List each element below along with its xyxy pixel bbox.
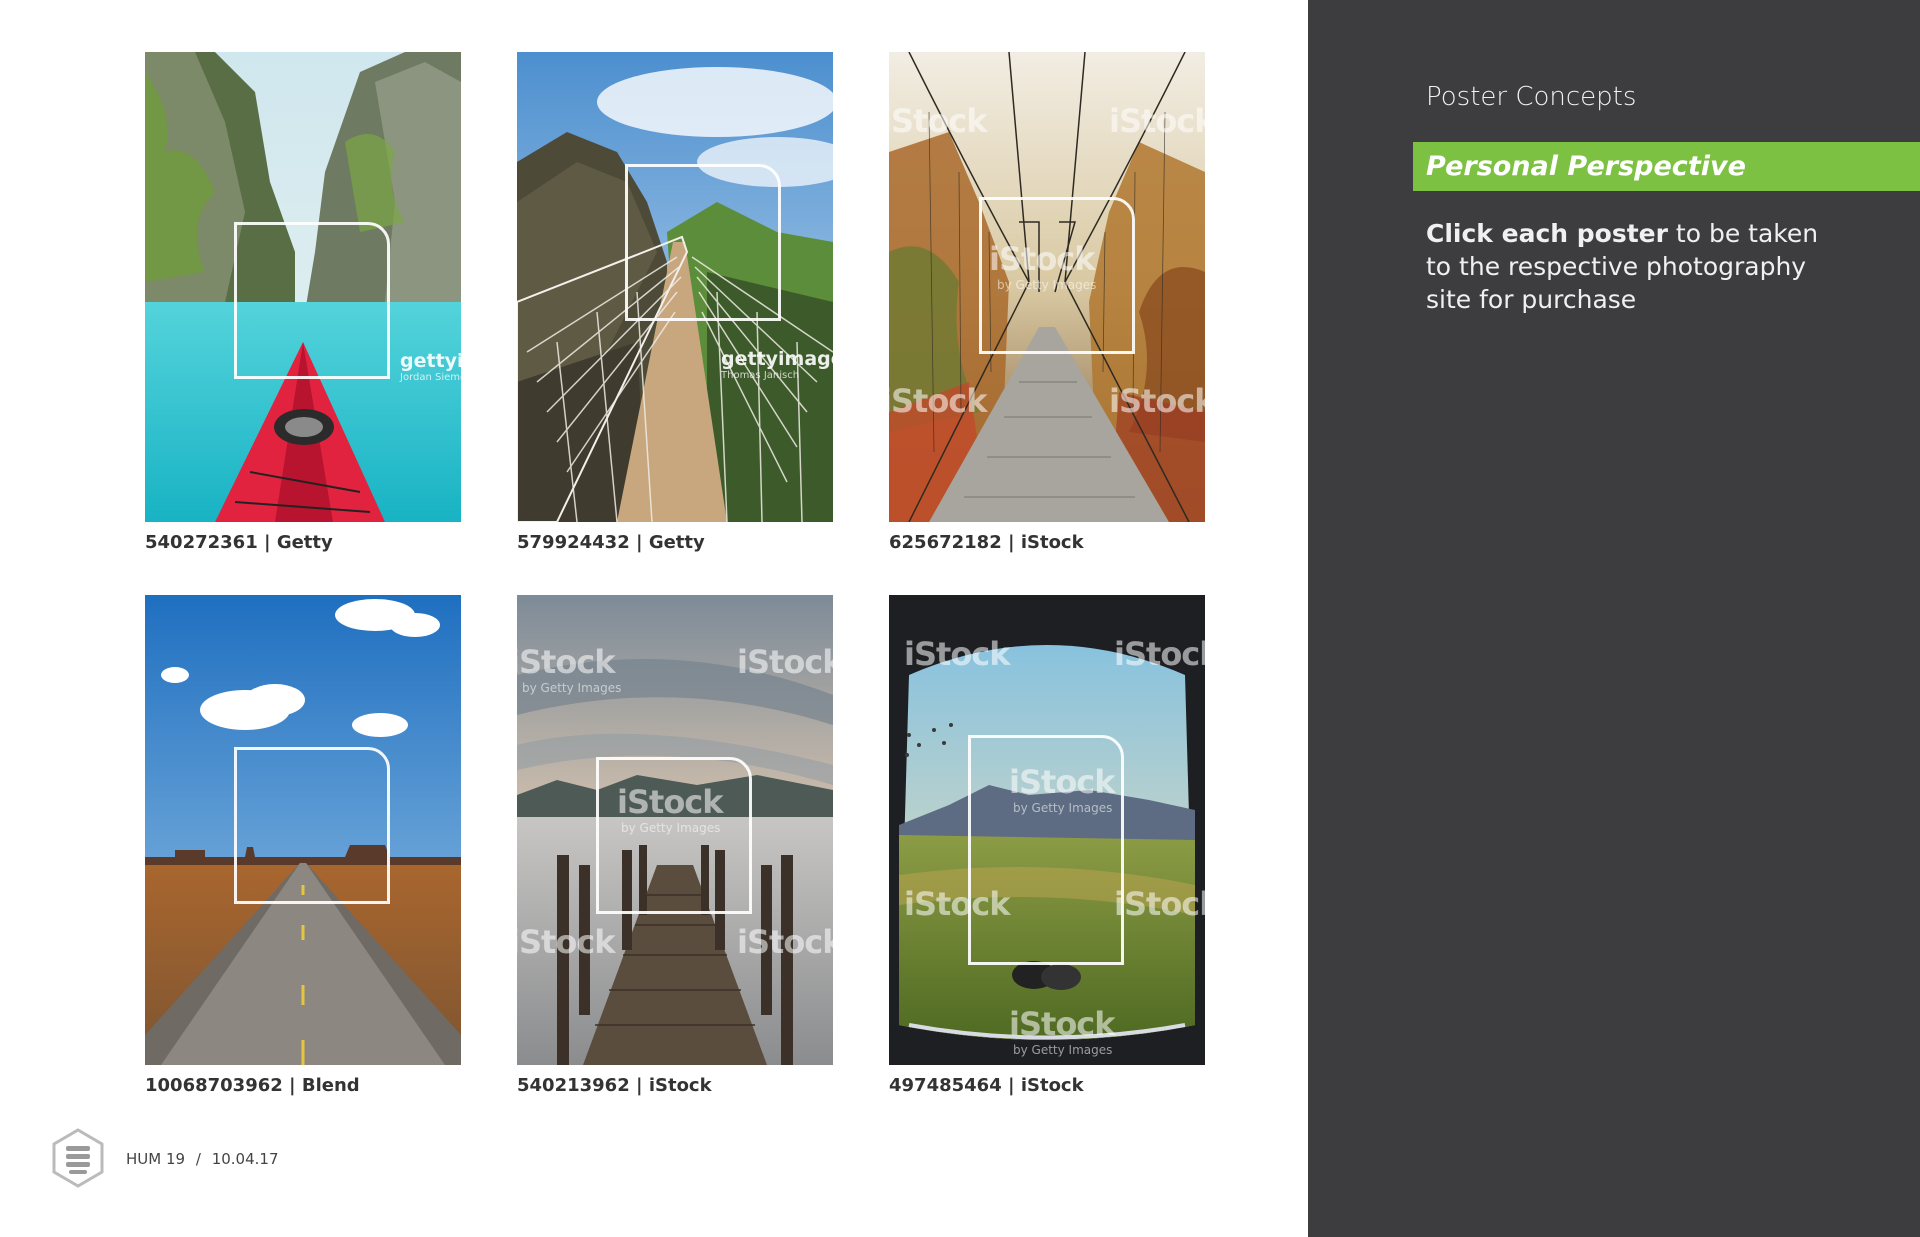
watermark: iStock: [617, 783, 724, 821]
poster-2-caption[interactable]: 579924432 | Getty: [517, 532, 705, 553]
watermark-credit: Thomas Janisch: [721, 370, 800, 381]
poster-4[interactable]: [145, 595, 461, 1065]
watermark: iStock: [737, 643, 833, 681]
hexagon-stack-logo-icon: [52, 1128, 104, 1188]
watermark-credit: by Getty Images: [997, 278, 1097, 292]
instruction-text: Click each poster to be taken to the res…: [1426, 217, 1826, 316]
poster-5[interactable]: iStock by Getty Images iStock iStock by …: [517, 595, 833, 1065]
watermark: iStock: [517, 643, 616, 681]
watermark: iStock: [1009, 763, 1116, 801]
instruction-bold: Click each poster: [1426, 219, 1668, 248]
watermark: gettyimages: [721, 348, 833, 370]
separator: /: [195, 1150, 201, 1168]
poster-2[interactable]: gettyimages Thomas Janisch: [517, 52, 833, 522]
watermark-credit: by Getty Images: [1013, 801, 1113, 815]
watermark: iStock: [737, 923, 833, 961]
viewfinder-frame: [625, 164, 781, 321]
poster-1-caption[interactable]: 540272361 | Getty: [145, 532, 333, 553]
watermark-credit: Jordan Siemens: [400, 372, 461, 383]
poster-6-caption[interactable]: 497485464 | iStock: [889, 1075, 1084, 1096]
poster-grid-area: gettyimages Jordan Siemens 540272361 | G…: [0, 0, 1308, 1237]
watermark: iStock: [1114, 885, 1205, 923]
watermark: gettyimages: [400, 350, 461, 372]
watermark: iStock: [1109, 382, 1205, 420]
poster-5-caption[interactable]: 540213962 | iStock: [517, 1075, 712, 1096]
section-label-band: Personal Perspective: [1413, 142, 1920, 191]
section-label: Personal Perspective: [1426, 151, 1746, 182]
poster-6[interactable]: iStock iStock iStock by Getty Images iSt…: [889, 595, 1205, 1065]
watermark: iStock: [989, 240, 1096, 278]
viewfinder-frame: [234, 222, 390, 379]
sidebar: Poster Concepts Personal Perspective Cli…: [1308, 0, 1920, 1237]
watermark: iStock: [1009, 1005, 1116, 1043]
poster-4-caption[interactable]: 10068703962 | Blend: [145, 1075, 360, 1096]
watermark: iStock: [904, 635, 1011, 673]
poster-3-caption[interactable]: 625672182 | iStock: [889, 532, 1084, 553]
watermark-credit: by Getty Images: [621, 821, 721, 835]
viewfinder-frame: [596, 757, 752, 914]
watermark-credit: by Getty Images: [1013, 1043, 1113, 1057]
watermark: iStock: [889, 382, 988, 420]
watermark: iStock: [889, 102, 988, 140]
doc-label: HUM 19: [126, 1150, 186, 1168]
watermark: iStock: [1114, 635, 1205, 673]
footer-text: HUM 19 / 10.04.17: [126, 1150, 278, 1168]
watermark: iStock: [517, 923, 616, 961]
doc-date: 10.04.17: [211, 1150, 279, 1168]
watermark: iStock: [1109, 102, 1205, 140]
sidebar-title: Poster Concepts: [1426, 82, 1637, 112]
watermark: iStock: [904, 885, 1011, 923]
watermark-credit: by Getty Images: [522, 681, 622, 695]
poster-1[interactable]: gettyimages Jordan Siemens: [145, 52, 461, 522]
poster-3[interactable]: iStock iStock iStock by Getty Images iSt…: [889, 52, 1205, 522]
viewfinder-frame: [234, 747, 390, 904]
